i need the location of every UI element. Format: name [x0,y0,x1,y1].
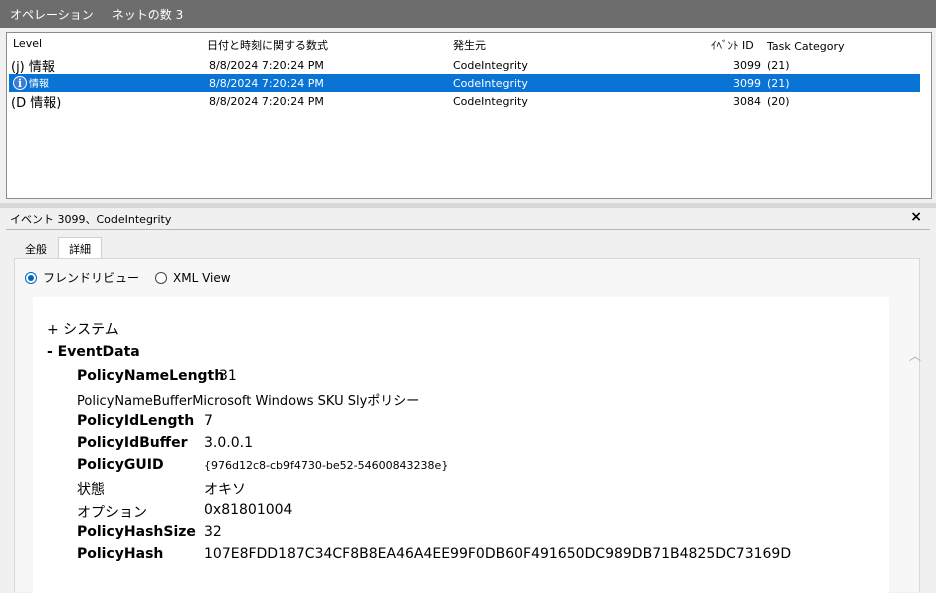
field-key: オプション [77,505,147,521]
detail-title: イベント 3099、CodeIntegrity [10,213,172,226]
row-source: CodeIntegrity [453,95,528,108]
row-source: CodeIntegrity [453,59,528,72]
title-operations: オペレーション [10,7,94,22]
table-row[interactable]: (D 情報) 8/8/2024 7:20:24 PM CodeIntegrity… [9,92,920,111]
field-value: {976d12c8-cb9f4730-be52-54600843238e} [204,459,449,472]
radio-xml-view[interactable] [155,271,168,284]
field-key: PolicyIdBuffer [77,435,188,451]
field-value: 31 [219,368,237,384]
row-level: (D 情報) [11,96,62,111]
field-key: PolicyIdLength [77,413,195,429]
table-row[interactable]: (j) 情報 8/8/2024 7:20:24 PM CodeIntegrity… [9,56,920,75]
radio-xml-label[interactable]: XML View [173,271,231,285]
row-event-id: 3099 [733,59,761,72]
field-key: PolicyGUID [77,457,164,473]
row-level: 情報 [29,79,49,90]
field-value: オキソ [204,482,246,498]
field-value: 7 [204,413,213,429]
tab-details[interactable]: 詳細 [58,237,102,259]
events-list[interactable]: Level 日付と時刻に関する数式 発生元 ｲﾍﾞﾝﾄ ID Task Cate… [6,32,932,199]
field-key: 状態 [77,482,105,498]
row-task: (20) [767,95,790,108]
info-icon: i [13,76,27,90]
field-value: 3.0.0.1 [204,435,253,451]
event-data-view: ︿ + システム - EventData PolicyNameLength 31… [33,297,921,593]
table-row-selected[interactable]: i 情報 8/8/2024 7:20:24 PM CodeIntegrity 3… [9,74,920,92]
scroll-up-icon[interactable]: ︿ [909,347,921,364]
radio-friendly-label[interactable]: フレンドリビュー [43,269,139,286]
field-value: 0x81801004 [204,502,293,518]
row-task: (21) [767,59,790,72]
divider [6,229,930,230]
row-date: 8/8/2024 7:20:24 PM [209,59,324,72]
detail-header: イベント 3099、CodeIntegrity × [0,208,936,228]
column-header-task-category[interactable]: Task Category [767,40,844,53]
field-key: PolicyNameBufferMicrosoft Windows SKU Sl… [77,394,420,409]
column-header-event-id[interactable]: ｲﾍﾞﾝﾄ ID [711,37,754,53]
row-date: 8/8/2024 7:20:24 PM [209,95,324,108]
field-value: 107E8FDD187C34CF8B8EA46A4EE99F0DB60F4916… [204,546,792,562]
column-header-source[interactable]: 発生元 [453,37,486,53]
field-key: PolicyHashSize [77,524,196,540]
close-icon[interactable]: × [910,209,922,225]
tab-general[interactable]: 全般 [14,237,58,259]
radio-friendly-view[interactable] [25,271,37,284]
row-source: CodeIntegrity [453,77,528,90]
detail-tabs: 全般 詳細 [14,237,102,259]
tree-node-system[interactable]: + システム [47,319,119,339]
field-key: PolicyHash [77,546,164,562]
row-date: 8/8/2024 7:20:24 PM [209,77,324,90]
row-task: (21) [767,77,790,90]
field-value: 32 [204,524,222,540]
field-key: PolicyNameLength [77,368,225,384]
row-event-id: 3099 [733,77,761,90]
details-pane: フレンドリビュー XML View ︿ + システム - EventData P… [14,258,921,593]
column-header-date[interactable]: 日付と時刻に関する数式 [207,37,328,53]
title-bar: オペレーション ネットの数 3 [0,0,936,28]
view-mode-selector: フレンドリビュー XML View [25,269,247,286]
tree-node-eventdata[interactable]: - EventData [47,344,140,360]
row-event-id: 3084 [733,95,761,108]
title-event-count: ネットの数 3 [111,7,184,22]
row-level: (j) 情報 [11,60,55,75]
column-header-level[interactable]: Level [13,37,42,50]
